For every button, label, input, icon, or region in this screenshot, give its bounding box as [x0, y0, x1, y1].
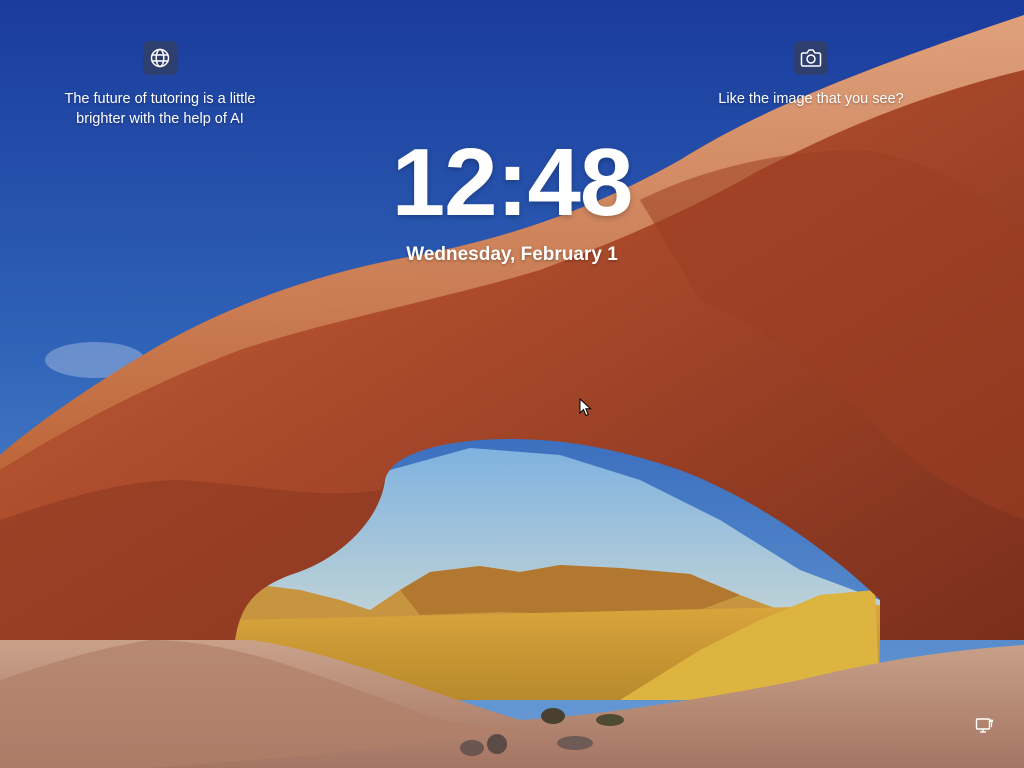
- spotlight-text[interactable]: The future of tutoring is a little brigh…: [50, 89, 270, 129]
- mouse-cursor-icon: [579, 398, 592, 417]
- globe-icon[interactable]: [143, 41, 177, 75]
- like-image-text[interactable]: Like the image that you see?: [718, 89, 903, 109]
- lock-clock: 12:48: [391, 129, 634, 236]
- spotlight-widget[interactable]: The future of tutoring is a little brigh…: [50, 41, 270, 129]
- lock-date: Wednesday, February 1: [406, 244, 618, 265]
- like-image-widget[interactable]: Like the image that you see?: [700, 41, 922, 109]
- network-icon[interactable]: [975, 717, 995, 735]
- camera-icon[interactable]: [794, 41, 828, 75]
